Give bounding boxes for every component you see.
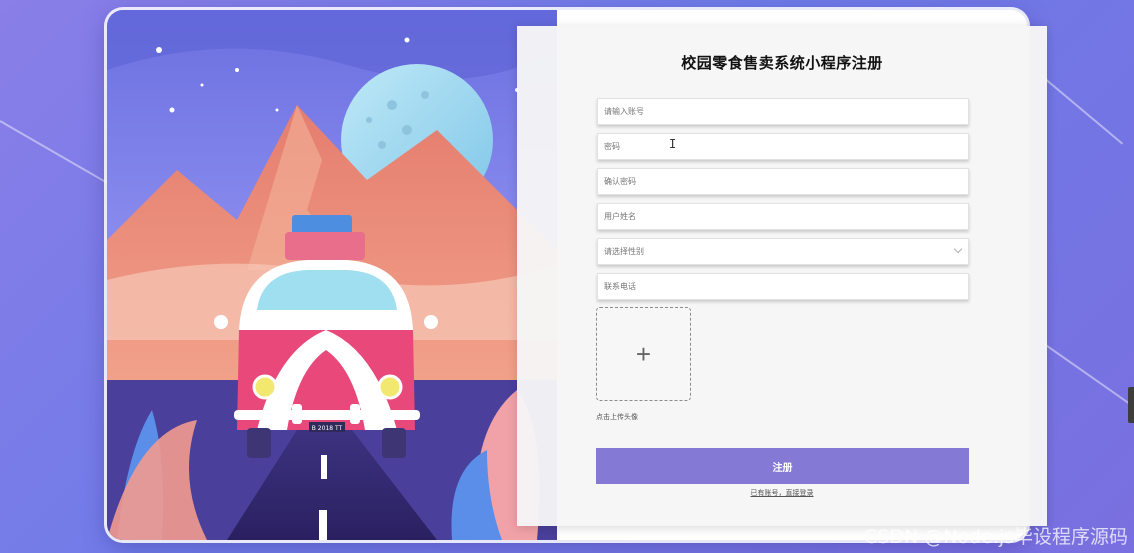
phone-input[interactable] [597, 273, 969, 300]
watermark: CSDN @Node.js毕设程序源码 [863, 526, 1128, 548]
background-streak [1039, 340, 1134, 423]
license-plate: B 2018 TT [312, 425, 343, 432]
login-link[interactable]: 已有账号，直接登录 [517, 488, 1047, 498]
password-input[interactable] [597, 133, 969, 160]
plus-icon: + [635, 339, 652, 369]
confirm-password-input[interactable] [597, 168, 969, 195]
register-button[interactable]: 注册 [596, 448, 969, 484]
avatar-upload[interactable]: + [596, 307, 691, 401]
gender-select-field[interactable] [597, 238, 969, 265]
account-input[interactable] [597, 98, 969, 125]
register-panel: 校园零食售卖系统小程序注册 + 点击上传头像 注册 已有账号，直接登录 [517, 26, 1047, 526]
user-name-input[interactable] [597, 203, 969, 230]
van-illustration: B 2018 TT [107, 10, 557, 540]
upload-label: 点击上传头像 [596, 414, 638, 421]
page-title: 校园零食售卖系统小程序注册 [681, 55, 883, 72]
text-cursor-icon: I [669, 137, 677, 151]
side-tab[interactable] [1128, 387, 1134, 423]
gender-select[interactable] [597, 238, 969, 265]
